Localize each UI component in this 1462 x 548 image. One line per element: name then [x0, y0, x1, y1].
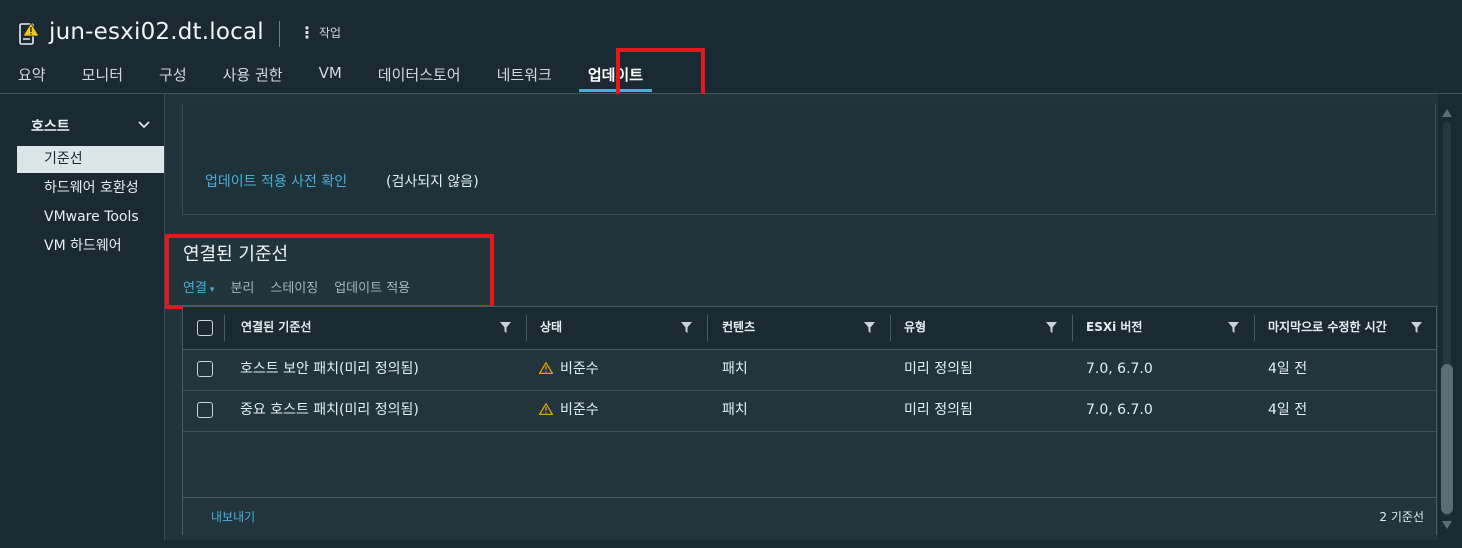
remediate-button[interactable]: 업데이트 적용: [334, 277, 410, 296]
attach-button[interactable]: 연결 ▾: [183, 277, 214, 296]
status-text: 비준수: [560, 361, 599, 377]
warning-icon: [539, 362, 553, 374]
filter-icon[interactable]: [1411, 322, 1422, 333]
actions-label: 작업: [319, 26, 342, 40]
host-title: jun-esxi02.dt.local: [49, 19, 264, 45]
sidebar-group-host[interactable]: 호스트: [31, 116, 70, 136]
baselines-toolbar: 연결 ▾ 분리 스테이징 업데이트 적용: [183, 277, 410, 296]
column-divider: [526, 315, 527, 341]
status-cell: 비준수: [539, 390, 599, 430]
chevron-down-icon[interactable]: [136, 116, 152, 132]
modified-cell: 4일 전: [1268, 402, 1308, 418]
tab-datastores[interactable]: 데이터스토어: [360, 60, 479, 92]
object-header: jun-esxi02.dt.local ⋮ 작업 요약 모니터 구성 사용 권한…: [0, 0, 1462, 94]
content-cell: 패치: [722, 402, 748, 418]
select-all-checkbox[interactable]: [197, 320, 213, 336]
column-header-status[interactable]: 상태: [540, 307, 562, 349]
filter-icon[interactable]: [864, 322, 875, 333]
column-divider: [890, 315, 891, 341]
detach-button[interactable]: 분리: [230, 277, 254, 296]
column-divider: [707, 315, 708, 341]
attach-label: 연결: [183, 281, 207, 296]
filter-icon[interactable]: [500, 322, 511, 333]
status-cell: 비준수: [539, 349, 599, 389]
filter-icon[interactable]: [1046, 322, 1057, 333]
title-divider: [279, 21, 280, 47]
sidebar-item-hardware-compatibility[interactable]: 하드웨어 호환성: [17, 175, 164, 202]
tab-updates[interactable]: 업데이트: [570, 60, 661, 92]
tab-monitor[interactable]: 모니터: [64, 60, 141, 92]
stage-button[interactable]: 스테이징: [270, 277, 318, 296]
table-header: 연결된 기준선 상태 컨텐츠 유형 ESXi 버전 마지막으로 수정한 시간: [183, 307, 1436, 350]
vertical-scrollbar[interactable]: [1438, 104, 1456, 534]
tab-networks[interactable]: 네트워크: [479, 60, 570, 92]
tab-summary[interactable]: 요약: [0, 60, 64, 92]
scroll-down-arrow-icon[interactable]: [1441, 520, 1453, 530]
baseline-name: 중요 호스트 패치(미리 정의됨): [240, 402, 419, 418]
modified-cell: 4일 전: [1268, 361, 1308, 377]
host-warning-icon: [19, 22, 40, 45]
table-row[interactable]: 중요 호스트 패치(미리 정의됨) 비준수 패치 미리 정의됨 7.0, 6.7…: [183, 390, 1436, 432]
baseline-name: 호스트 보안 패치(미리 정의됨): [240, 361, 419, 377]
esxi-version-cell: 7.0, 6.7.0: [1086, 361, 1153, 377]
sidebar-item-baselines[interactable]: 기준선: [17, 146, 164, 173]
filter-icon[interactable]: [1228, 322, 1239, 333]
table-row[interactable]: 호스트 보안 패치(미리 정의됨) 비준수 패치 미리 정의됨 7.0, 6.7…: [183, 349, 1436, 391]
filter-icon[interactable]: [681, 322, 692, 333]
chevron-down-icon: ▾: [209, 285, 215, 295]
row-checkbox[interactable]: [197, 402, 213, 418]
type-cell: 미리 정의됨: [904, 361, 973, 377]
export-link[interactable]: 내보내기: [211, 508, 255, 525]
baseline-count: 2 기준선: [1379, 510, 1424, 524]
type-cell: 미리 정의됨: [904, 402, 973, 418]
column-header-esxi-version[interactable]: ESXi 버전: [1086, 307, 1142, 349]
precheck-panel: [182, 104, 1436, 215]
remediation-precheck-link[interactable]: 업데이트 적용 사전 확인: [205, 171, 347, 191]
table-footer: 내보내기 2 기준선: [183, 497, 1436, 535]
column-divider: [1072, 315, 1073, 341]
content-cell: 패치: [722, 361, 748, 377]
attached-baselines-title: 연결된 기준선: [183, 244, 289, 265]
vertical-ellipsis-icon: ⋮: [299, 22, 315, 42]
baselines-table: 연결된 기준선 상태 컨텐츠 유형 ESXi 버전 마지막으로 수정한 시간 호…: [182, 306, 1437, 535]
tab-vms[interactable]: VM: [301, 60, 360, 92]
sidebar-item-vmware-tools[interactable]: VMware Tools: [17, 204, 164, 231]
precheck-status: (검사되지 않음): [386, 174, 479, 190]
esxi-version-cell: 7.0, 6.7.0: [1086, 402, 1153, 418]
scroll-up-arrow-icon[interactable]: [1441, 108, 1453, 118]
tab-configure[interactable]: 구성: [141, 60, 205, 92]
column-header-type[interactable]: 유형: [904, 307, 926, 349]
warning-icon: [539, 403, 553, 415]
actions-menu-button[interactable]: ⋮ 작업: [299, 24, 341, 41]
status-text: 비준수: [560, 402, 599, 418]
column-header-last-modified[interactable]: 마지막으로 수정한 시간: [1268, 307, 1387, 349]
column-divider: [224, 315, 225, 341]
tab-bar: 요약 모니터 구성 사용 권한 VM 데이터스토어 네트워크 업데이트: [0, 60, 661, 94]
column-divider: [1254, 315, 1255, 341]
column-header-baseline[interactable]: 연결된 기준선: [241, 307, 311, 349]
row-checkbox[interactable]: [197, 361, 213, 377]
column-header-content[interactable]: 컨텐츠: [722, 307, 755, 349]
sidebar-item-vm-hardware[interactable]: VM 하드웨어: [17, 233, 164, 260]
scrollbar-thumb[interactable]: [1441, 364, 1453, 514]
tab-permissions[interactable]: 사용 권한: [205, 60, 301, 92]
